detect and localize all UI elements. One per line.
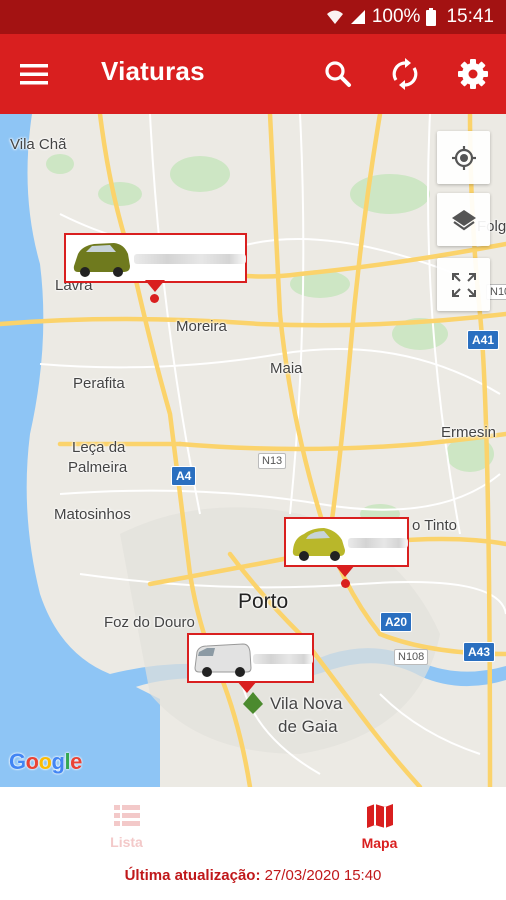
blurred-plate xyxy=(348,538,408,548)
battery-percent: 100% xyxy=(371,6,421,27)
marker-pointer xyxy=(335,565,355,577)
signal-icon xyxy=(350,10,365,24)
map-view[interactable]: Vila Chã Lavra Moreira Perafita Maia Leç… xyxy=(0,114,506,787)
place-ermesinde: Ermesin xyxy=(441,424,497,441)
last-update: Última atualização: 27/03/2020 15:40 xyxy=(0,867,506,900)
search-icon[interactable] xyxy=(320,56,356,92)
place-leca-2: Palmeira xyxy=(68,459,128,476)
place-leca-1: Leça da xyxy=(72,439,126,456)
blurred-plate xyxy=(134,254,246,264)
road-n13: N13 xyxy=(258,453,287,469)
vehicle-marker[interactable] xyxy=(187,633,314,683)
car-icon xyxy=(73,243,130,277)
last-update-label: Última atualização: xyxy=(124,867,261,884)
blurred-plate xyxy=(253,654,313,664)
map-icon xyxy=(366,804,393,828)
road-a20: A20 xyxy=(380,612,413,632)
place-vila-cha: Vila Chã xyxy=(10,136,67,153)
tab-mapa-label: Mapa xyxy=(361,835,398,851)
van-icon xyxy=(194,643,252,677)
page-title: Viaturas xyxy=(101,56,205,86)
car-icon xyxy=(292,528,345,561)
road-a43: A43 xyxy=(463,642,496,662)
my-location-icon xyxy=(451,145,476,170)
place-matosinhos: Matosinhos xyxy=(54,506,131,523)
app-bar: Viaturas xyxy=(0,34,506,114)
place-foz: Foz do Douro xyxy=(104,614,195,631)
road-n108: N108 xyxy=(394,649,429,665)
place-porto: Porto xyxy=(238,590,289,613)
road-a4: A4 xyxy=(171,466,197,486)
place-moreira: Moreira xyxy=(176,318,227,335)
place-gaia-1: Vila Nova xyxy=(270,694,343,713)
fullscreen-button[interactable] xyxy=(437,258,490,311)
list-icon xyxy=(113,805,140,826)
marker-location xyxy=(150,294,159,303)
menu-icon[interactable] xyxy=(18,60,50,88)
tab-mapa[interactable]: Mapa xyxy=(253,787,506,867)
place-perafita: Perafita xyxy=(73,375,125,392)
my-location-button[interactable] xyxy=(437,131,490,184)
marker-location xyxy=(341,579,350,588)
tab-lista-label: Lista xyxy=(110,834,143,850)
bottom-navigation: Lista Mapa xyxy=(0,787,506,867)
sync-icon[interactable] xyxy=(387,56,423,92)
layers-icon xyxy=(451,209,476,230)
place-gaia-2: de Gaia xyxy=(278,717,338,736)
clock: 15:41 xyxy=(446,6,494,27)
google-logo: Google xyxy=(9,749,82,774)
road-a41: A41 xyxy=(467,330,500,350)
marker-pointer xyxy=(237,681,257,693)
place-maia: Maia xyxy=(270,360,303,377)
layers-button[interactable] xyxy=(437,193,490,246)
tab-lista[interactable]: Lista xyxy=(0,787,253,867)
status-bar: 100% 15:41 xyxy=(0,0,506,34)
marker-pointer xyxy=(145,280,165,292)
place-rio-tinto: o Tinto xyxy=(412,517,458,534)
settings-icon[interactable] xyxy=(455,56,491,92)
vehicle-marker[interactable] xyxy=(284,517,409,567)
wifi-icon xyxy=(326,10,343,24)
battery-icon xyxy=(426,8,437,26)
fullscreen-icon xyxy=(451,272,476,297)
last-update-value: 27/03/2020 15:40 xyxy=(264,867,382,884)
vehicle-marker[interactable] xyxy=(64,233,247,283)
